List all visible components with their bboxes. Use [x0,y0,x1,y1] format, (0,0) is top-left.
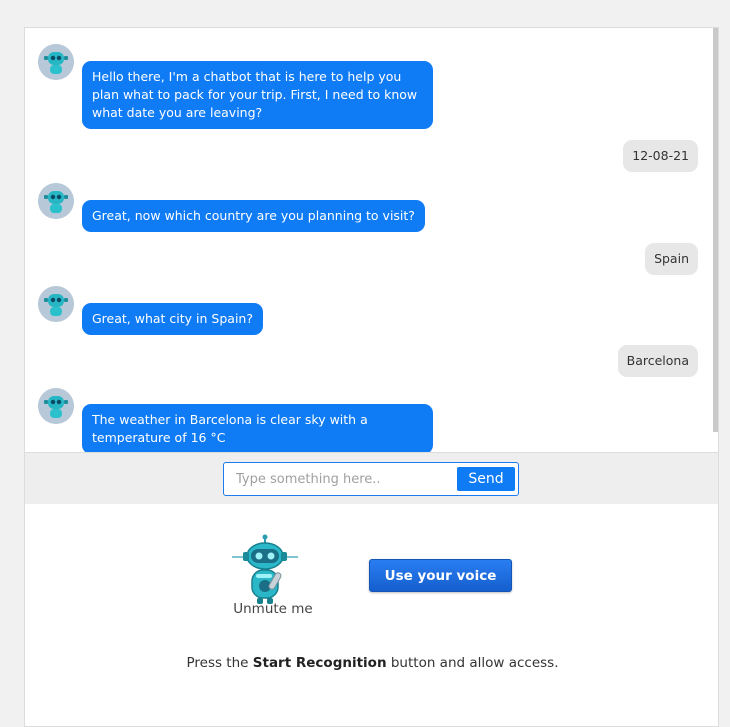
user-message: Barcelona [617,345,698,377]
user-message: 12-08-21 [623,140,698,172]
chat-card: Hello there, I'm a chatbot that is here … [24,27,719,727]
bot-avatar-icon [38,388,74,424]
bot-message: The weather in Barcelona is clear sky wi… [82,404,433,452]
use-voice-button[interactable]: Use your voice [369,559,512,592]
composer: Send [223,462,519,496]
instructions-suffix: button and allow access. [386,655,559,671]
robot-icon[interactable] [230,534,300,606]
bot-message: Hello there, I'm a chatbot that is here … [82,61,433,129]
user-message: Spain [645,243,698,275]
composer-bar: Send [25,452,718,505]
message-input[interactable] [230,467,460,491]
send-button[interactable]: Send [457,467,515,491]
chat-scrollbar[interactable] [713,28,718,432]
instructions-prefix: Press the [186,655,253,671]
instructions-bold: Start Recognition [252,655,387,671]
bot-avatar-icon [38,183,74,219]
voice-panel: Unmute me Use your voice Press the Start… [25,504,718,726]
bot-avatar-icon [38,286,74,322]
bot-message: Great, what city in Spain? [82,303,263,335]
bot-avatar-icon [38,44,74,80]
unmute-label[interactable]: Unmute me [223,601,323,617]
voice-instructions: Press the Start Recognition button and a… [25,655,718,671]
bot-message: Great, now which country are you plannin… [82,200,425,232]
chat-log[interactable]: Hello there, I'm a chatbot that is here … [25,28,718,452]
